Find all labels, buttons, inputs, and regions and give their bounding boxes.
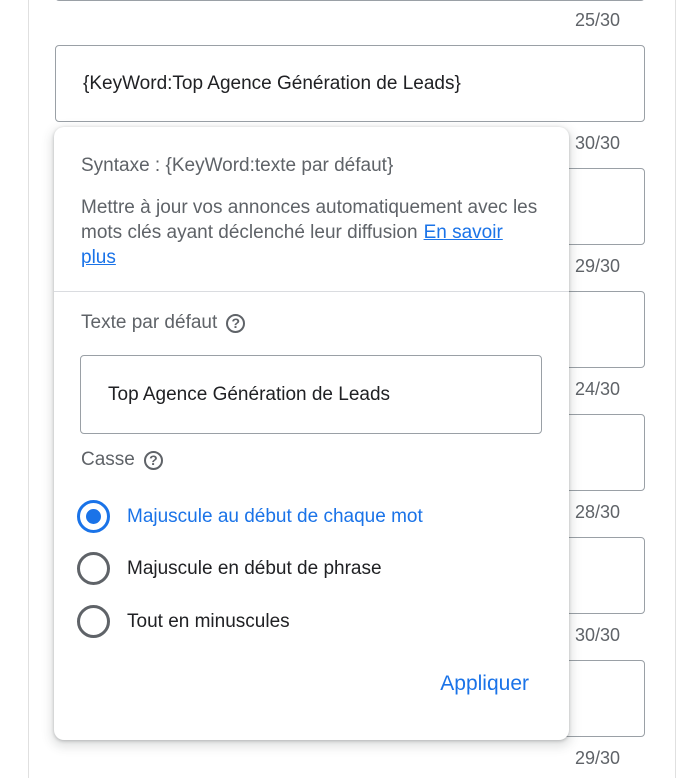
default-text-value: Top Agence Génération de Leads <box>108 384 391 405</box>
popup-description: Mettre à jour vos annonces automatiqueme… <box>81 195 541 270</box>
keyword-insertion-popup: Syntaxe : {KeyWord:texte par défaut} Met… <box>54 127 569 740</box>
case-label-row: Casse ? <box>81 449 163 471</box>
help-circle-icon[interactable]: ? <box>226 313 246 333</box>
case-option-title-case[interactable]: Majuscule au début de chaque mot <box>77 500 423 533</box>
default-text-label-row: Texte par défaut ? <box>81 312 246 334</box>
headline-field[interactable]: {KeyWord:Top Agence Génération de Leads} <box>55 45 645 122</box>
case-option-lowercase[interactable]: Tout en minuscules <box>77 605 290 638</box>
apply-button[interactable]: Appliquer <box>440 672 529 696</box>
char-counter: 29/30 <box>574 748 620 768</box>
help-circle-icon[interactable]: ? <box>143 450 163 470</box>
radio-button-checked-icon[interactable] <box>77 500 110 533</box>
case-option-label: Majuscule au début de chaque mot <box>127 505 423 527</box>
radio-button-icon[interactable] <box>77 552 110 585</box>
char-counter: 24/30 <box>574 379 620 399</box>
headline-field-value: {KeyWord:Top Agence Génération de Leads} <box>83 73 461 94</box>
syntax-hint: Syntaxe : {KeyWord:texte par défaut} <box>81 155 394 176</box>
divider <box>54 291 569 292</box>
headline-field-partial[interactable] <box>55 0 645 1</box>
default-text-input[interactable]: Top Agence Génération de Leads <box>80 355 542 434</box>
char-counter: 25/30 <box>574 10 620 30</box>
char-counter: 30/30 <box>574 133 620 153</box>
case-option-sentence-case[interactable]: Majuscule en début de phrase <box>77 552 382 585</box>
default-text-label: Texte par défaut <box>81 312 218 333</box>
case-option-label: Tout en minuscules <box>127 610 290 632</box>
radio-button-icon[interactable] <box>77 605 110 638</box>
char-counter: 28/30 <box>574 502 620 522</box>
char-counter: 29/30 <box>574 256 620 276</box>
case-label: Casse <box>81 449 135 470</box>
case-option-label: Majuscule en début de phrase <box>127 557 382 579</box>
char-counter: 30/30 <box>574 625 620 645</box>
